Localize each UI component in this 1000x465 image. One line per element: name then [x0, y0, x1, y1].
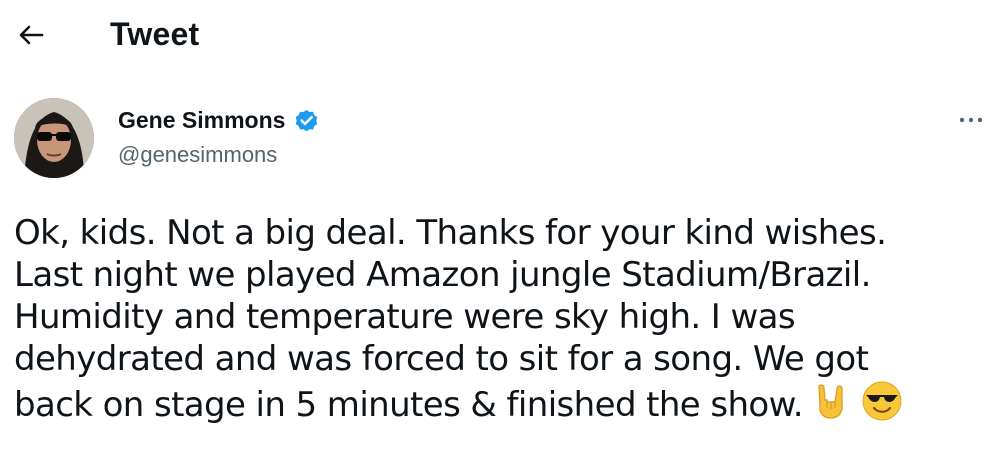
tweet-text-line: dehydrated and was forced to sit for a s…: [14, 339, 869, 379]
back-button[interactable]: [14, 18, 48, 52]
verified-badge-icon: [293, 107, 320, 134]
tweet-text-line-content: back on stage in 5 minutes & finished th…: [14, 385, 804, 425]
tweet-text-line-last: back on stage in 5 minutes & finished th…: [14, 380, 994, 426]
author-name-row: Gene Simmons: [118, 104, 320, 136]
sign-of-the-horns-emoji-icon: [811, 380, 853, 422]
tweet-text-line: Humidity and temperature were sky high. …: [14, 297, 796, 337]
tweet-text-line: Last night we played Amazon jungle Stadi…: [14, 255, 871, 295]
author-handle[interactable]: @genesimmons: [118, 142, 320, 168]
more-horizontal-icon: [953, 117, 989, 138]
tweet-text: Ok, kids. Not a big deal. Thanks for you…: [14, 212, 994, 426]
avatar[interactable]: [14, 98, 94, 178]
tweet-header: Tweet: [0, 0, 1000, 70]
tweet-text-line: Ok, kids. Not a big deal. Thanks for you…: [14, 213, 887, 253]
arrow-left-icon: [14, 25, 48, 56]
more-options-button[interactable]: [953, 106, 989, 134]
author-display-name[interactable]: Gene Simmons: [118, 107, 285, 134]
tweet-author: Gene Simmons @genesimmons: [118, 104, 320, 168]
smiling-face-with-sunglasses-emoji-icon: [861, 380, 903, 422]
page-title: Tweet: [110, 16, 200, 52]
